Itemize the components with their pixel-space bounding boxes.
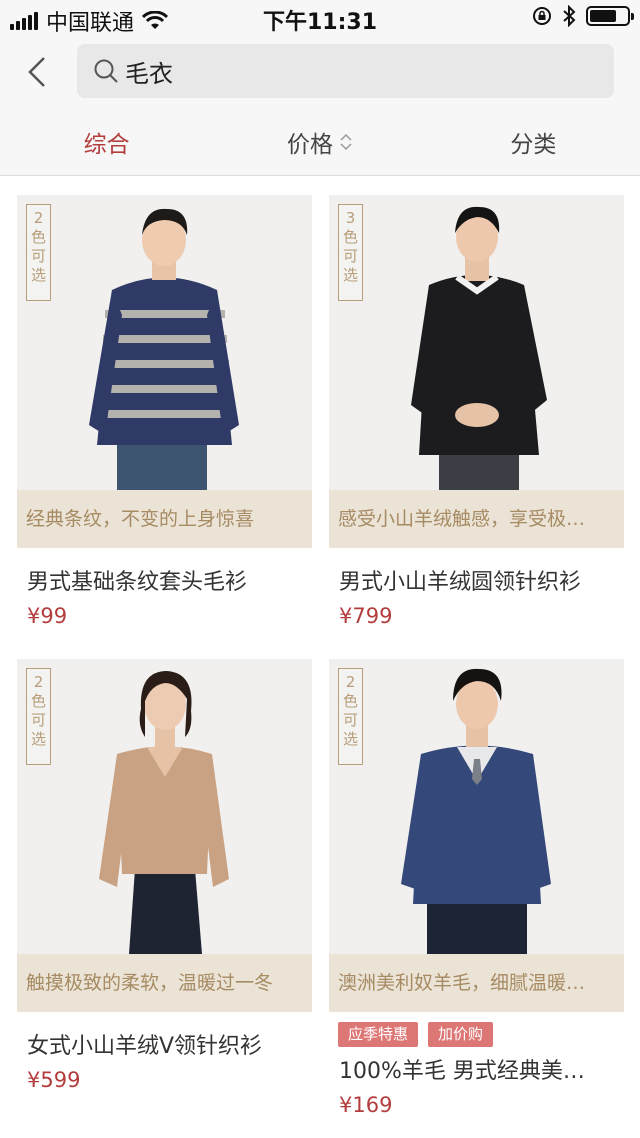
product-card[interactable]: 2色可选 澳洲美利奴羊毛，细腻温暖… 应季特惠 加价购 100%羊毛 男式经典美… bbox=[329, 659, 624, 1117]
product-slogan: 澳洲美利奴羊毛，细腻温暖… bbox=[329, 954, 624, 1012]
product-card[interactable]: 2色可选 经典条纹，不变的上身惊喜 男式基础条纹套头毛衫 ¥99 bbox=[17, 195, 312, 628]
product-name[interactable]: 100%羊毛 男式经典美… bbox=[329, 1053, 624, 1085]
back-arrow-icon[interactable] bbox=[20, 54, 56, 90]
color-options-badge: 3色可选 bbox=[338, 204, 363, 301]
color-options-badge: 2色可选 bbox=[26, 668, 51, 765]
status-right bbox=[532, 5, 634, 27]
promo-tag-seasonal: 应季特惠 bbox=[338, 1022, 419, 1047]
status-bar: 中国联通 下午11:31 bbox=[0, 0, 640, 36]
model-black-sweater-illustration bbox=[411, 206, 547, 490]
search-header: 毛衣 综合 价格 分类 bbox=[0, 36, 640, 176]
search-icon bbox=[94, 59, 118, 83]
product-slogan: 经典条纹，不变的上身惊喜 bbox=[17, 490, 312, 548]
search-input[interactable]: 毛衣 bbox=[77, 44, 614, 98]
product-image[interactable]: 3色可选 bbox=[329, 195, 624, 490]
product-card[interactable]: 2色可选 触摸极致的柔软，温暖过一冬 女式小山羊绒V领针织衫 ¥599 bbox=[17, 659, 312, 1092]
product-price: ¥169 bbox=[339, 1093, 393, 1117]
bluetooth-icon bbox=[563, 5, 576, 27]
product-price: ¥599 bbox=[27, 1068, 81, 1092]
model-striped-sweater-illustration bbox=[89, 208, 239, 490]
product-name[interactable]: 男式基础条纹套头毛衫 bbox=[17, 564, 312, 596]
tab-label: 价格 bbox=[286, 132, 333, 158]
promo-tags: 应季特惠 加价购 bbox=[329, 1022, 624, 1047]
search-query: 毛衣 bbox=[125, 59, 173, 88]
sort-updown-icon bbox=[340, 133, 352, 151]
color-options-badge: 2色可选 bbox=[26, 204, 51, 301]
product-name[interactable]: 女式小山羊绒V领针织衫 bbox=[17, 1028, 312, 1060]
sort-tabs: 综合 价格 分类 bbox=[0, 108, 640, 176]
battery-icon bbox=[586, 6, 634, 26]
product-price: ¥99 bbox=[27, 604, 68, 628]
tab-comprehensive[interactable]: 综合 bbox=[0, 108, 213, 176]
promo-tag-addon: 加价购 bbox=[428, 1022, 494, 1047]
product-card[interactable]: 3色可选 感受小山羊绒触感，享受极… 男式小山羊绒圆领针织衫 ¥799 bbox=[329, 195, 624, 628]
tab-category[interactable]: 分类 bbox=[427, 108, 640, 176]
product-image[interactable]: 2色可选 bbox=[329, 659, 624, 954]
model-navy-vneck-illustration bbox=[401, 668, 551, 954]
battery-fill bbox=[590, 10, 616, 22]
color-options-badge: 2色可选 bbox=[338, 668, 363, 765]
tab-price[interactable]: 价格 bbox=[213, 108, 426, 176]
tab-label: 分类 bbox=[510, 132, 557, 158]
tab-label: 综合 bbox=[83, 132, 130, 158]
product-image[interactable]: 2色可选 bbox=[17, 195, 312, 490]
product-slogan: 触摸极致的柔软，温暖过一冬 bbox=[17, 954, 312, 1012]
product-image[interactable]: 2色可选 bbox=[17, 659, 312, 954]
product-price: ¥799 bbox=[339, 604, 393, 628]
model-camel-vneck-illustration bbox=[99, 671, 229, 954]
rotation-lock-icon bbox=[533, 7, 551, 25]
product-slogan: 感受小山羊绒触感，享受极… bbox=[329, 490, 624, 548]
product-name[interactable]: 男式小山羊绒圆领针织衫 bbox=[329, 564, 624, 596]
